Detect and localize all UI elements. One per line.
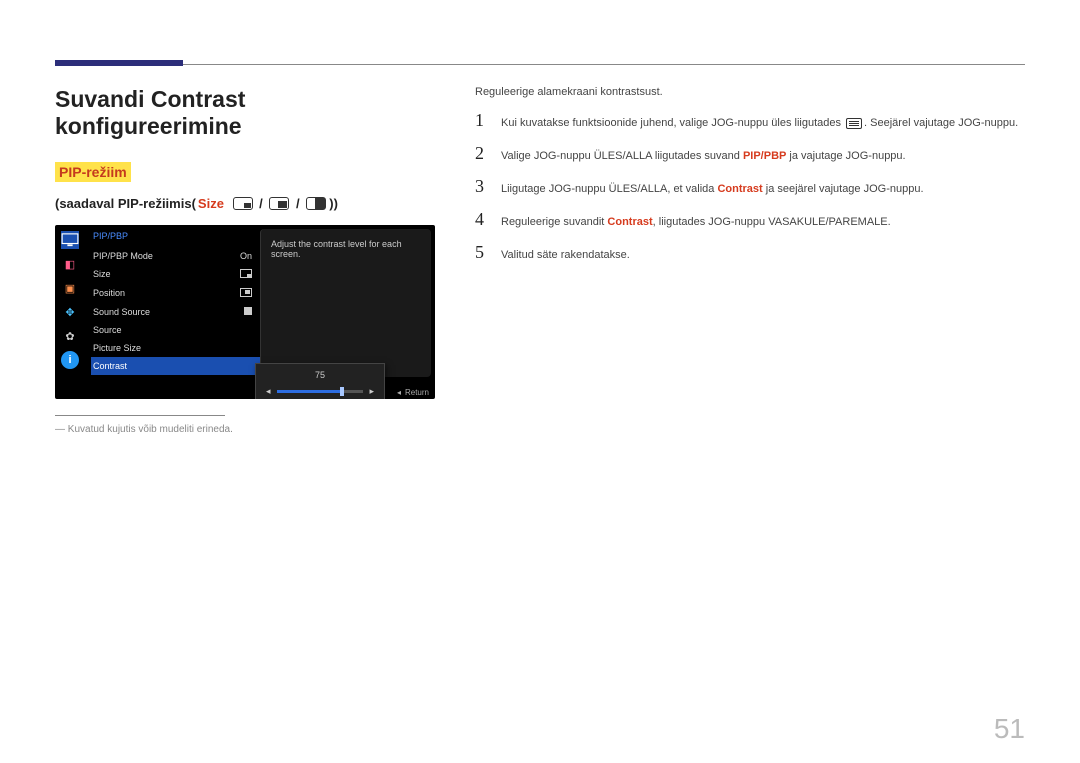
page-number: 51	[994, 713, 1025, 745]
step-post: . Seejärel vajutage JOG-nuppu.	[864, 117, 1018, 129]
step-highlight: PIP/PBP	[743, 150, 786, 162]
size-half-icon	[306, 197, 326, 210]
step-item: 4 Reguleerige suvandit Contrast, liiguta…	[475, 209, 1025, 230]
accent-bar	[55, 60, 183, 66]
move-tab-icon[interactable]: ✥	[61, 303, 79, 321]
subtitle-suffix: ))	[329, 196, 338, 211]
row-value	[240, 288, 252, 299]
size-glyph-icon	[240, 269, 252, 278]
osd-title: PIP/PBP	[91, 231, 260, 241]
step-number: 2	[475, 143, 487, 164]
row-label: Sound Source	[93, 307, 150, 317]
settings-tab-icon[interactable]: ✿	[61, 327, 79, 345]
step-text: Kui kuvatakse funktsioonide juhend, vali…	[501, 117, 1018, 129]
display-tab-icon[interactable]	[61, 231, 79, 249]
top-divider	[183, 64, 1025, 65]
contrast-slider[interactable]	[277, 390, 364, 393]
step-highlight: Contrast	[717, 183, 762, 195]
return-label: Return	[405, 388, 429, 397]
row-label: PIP/PBP Mode	[93, 251, 153, 261]
step-post: ja seejärel vajutage JOG-nuppu.	[763, 183, 924, 195]
slider-right-arrow-icon[interactable]: ▸	[369, 386, 374, 397]
osd-menu: ◧ ▣ ✥ ✿ i PIP/PBP PIP/PBP Mode On Siz	[55, 225, 435, 399]
step-number: 1	[475, 110, 487, 131]
slider-fill	[277, 390, 342, 393]
menu-item-position[interactable]: Position	[91, 284, 260, 303]
subtitle-size-word: Size	[198, 196, 224, 211]
step-pre: Valitud säte rakendatakse.	[501, 249, 630, 261]
subtitle: (saadaval PIP-režiimis( Size / / ))	[55, 196, 435, 211]
menu-item-size[interactable]: Size	[91, 265, 260, 284]
contrast-slider-popup: 75 ◂ ▸	[255, 363, 385, 399]
slider-value: 75	[266, 370, 374, 380]
row-label: Position	[93, 288, 125, 299]
picture-tab-icon[interactable]: ◧	[61, 255, 79, 273]
size-small-icon	[233, 197, 253, 210]
step-pre: Reguleerige suvandit	[501, 216, 607, 228]
pip-tab-icon[interactable]: ▣	[61, 279, 79, 297]
slider-thumb[interactable]	[340, 387, 344, 396]
row-value	[240, 269, 252, 280]
step-pre: Kui kuvatakse funktsioonide juhend, vali…	[501, 117, 844, 129]
page-title: Suvandi Contrast konfigureerimine	[55, 86, 435, 140]
sound-glyph-icon	[244, 307, 252, 315]
info-tab-icon[interactable]: i	[61, 351, 79, 369]
step-item: 1 Kui kuvatakse funktsioonide juhend, va…	[475, 110, 1025, 131]
step-number: 4	[475, 209, 487, 230]
footnote: ― Kuvatud kujutis võib mudeliti erineda.	[55, 424, 435, 435]
slider-left-arrow-icon[interactable]: ◂	[266, 386, 271, 397]
header-rule	[55, 60, 1025, 66]
menu-item-contrast[interactable]: Contrast	[91, 357, 260, 375]
footnote-text: Kuvatud kujutis võib mudeliti erineda.	[68, 424, 233, 435]
size-medium-icon	[269, 197, 289, 210]
osd-return[interactable]: Return	[397, 388, 429, 397]
row-label: Picture Size	[93, 343, 141, 353]
slash: /	[256, 196, 267, 211]
osd-sidebar: ◧ ▣ ✥ ✿ i	[55, 225, 85, 381]
slash2: /	[292, 196, 303, 211]
row-label: Source	[93, 325, 122, 335]
osd-menu-list: PIP/PBP PIP/PBP Mode On Size Position	[85, 225, 260, 381]
step-text: Liigutage JOG-nuppu ÜLES/ALLA, et valida…	[501, 183, 924, 195]
step-item: 5 Valitud säte rakendatakse.	[475, 242, 1025, 263]
footnote-rule	[55, 415, 225, 416]
step-highlight: Contrast	[607, 216, 652, 228]
step-post: ja vajutage JOG-nuppu.	[786, 150, 905, 162]
menu-item-sound[interactable]: Sound Source	[91, 303, 260, 321]
step-item: 2 Valige JOG-nuppu ÜLES/ALLA liigutades …	[475, 143, 1025, 164]
step-number: 3	[475, 176, 487, 197]
step-pre: Valige JOG-nuppu ÜLES/ALLA liigutades su…	[501, 150, 743, 162]
description: Reguleerige alamekraani kontrastsust.	[475, 86, 1025, 98]
step-pre: Liigutage JOG-nuppu ÜLES/ALLA, et valida	[501, 183, 717, 195]
subtitle-prefix: (saadaval PIP-režiimis(	[55, 196, 196, 211]
row-label: Size	[93, 269, 111, 280]
menu-icon	[846, 118, 862, 129]
step-post: , liigutades JOG-nuppu VASAKULE/PAREMALE…	[653, 216, 891, 228]
pos-glyph-icon	[240, 288, 252, 297]
step-item: 3 Liigutage JOG-nuppu ÜLES/ALLA, et vali…	[475, 176, 1025, 197]
pip-mode-badge: PIP-režiim	[55, 162, 131, 182]
step-number: 5	[475, 242, 487, 263]
steps-list: 1 Kui kuvatakse funktsioonide juhend, va…	[475, 110, 1025, 263]
step-text: Reguleerige suvandit Contrast, liigutade…	[501, 216, 891, 228]
row-label: Contrast	[93, 361, 127, 371]
row-value: On	[240, 251, 252, 261]
menu-item-mode[interactable]: PIP/PBP Mode On	[91, 247, 260, 265]
menu-item-source[interactable]: Source	[91, 321, 260, 339]
osd-help-panel: Adjust the contrast level for each scree…	[260, 229, 431, 377]
step-text: Valitud säte rakendatakse.	[501, 249, 630, 261]
row-value	[244, 307, 252, 317]
menu-item-picture-size[interactable]: Picture Size	[91, 339, 260, 357]
step-text: Valige JOG-nuppu ÜLES/ALLA liigutades su…	[501, 150, 906, 162]
